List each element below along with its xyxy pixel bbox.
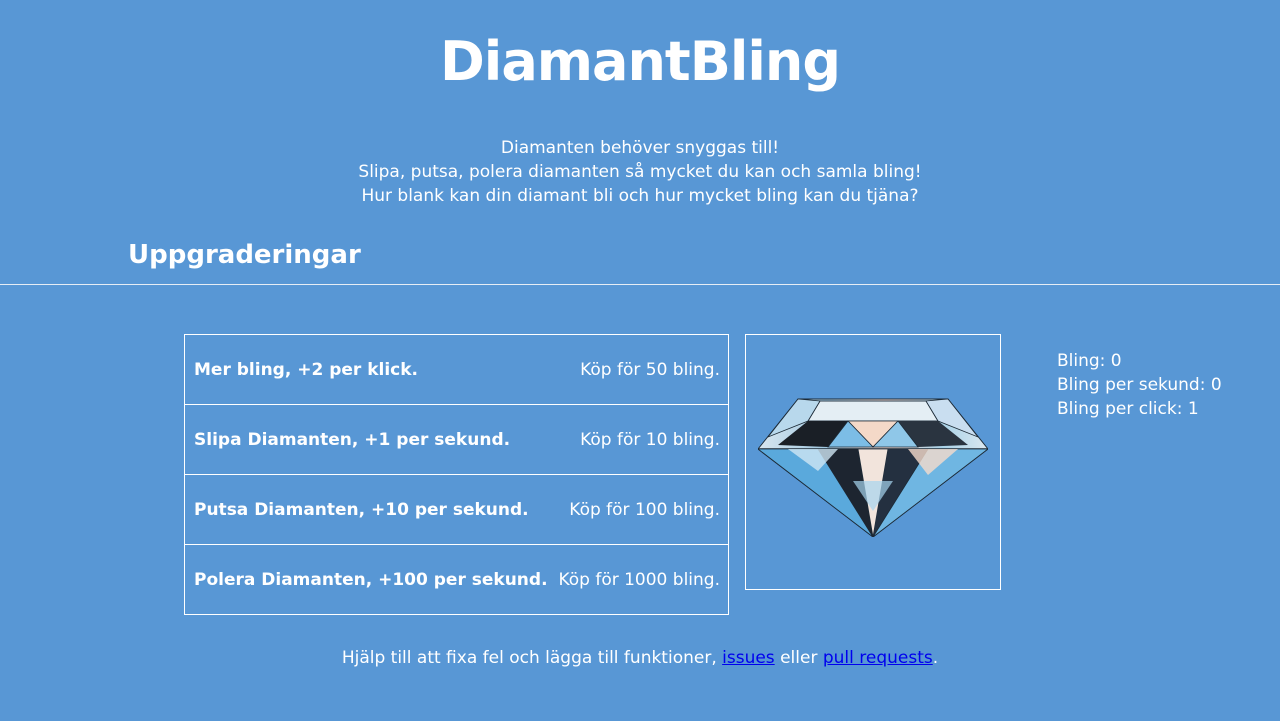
- pull-requests-link[interactable]: pull requests: [823, 648, 933, 668]
- upgrade-price: Köp för 1000 bling.: [558, 569, 720, 590]
- upgrade-name: Mer bling, +2 per klick.: [194, 359, 419, 380]
- diamond-icon: [758, 398, 988, 537]
- upgrade-price: Köp för 100 bling.: [569, 499, 720, 520]
- page-title: DiamantBling: [439, 30, 841, 93]
- intro-line: Slipa, putsa, polera diamanten så mycket…: [358, 162, 922, 182]
- bling-per-second: Bling per sekund: 0: [1057, 375, 1222, 395]
- intro-line: Hur blank kan din diamant bli och hur my…: [361, 186, 919, 206]
- diamond-click-button[interactable]: [745, 334, 1001, 590]
- upgrade-price: Köp för 10 bling.: [580, 429, 720, 450]
- upgrades-list: Mer bling, +2 per klick. Köp för 50 blin…: [184, 334, 729, 615]
- upgrade-putsa-button[interactable]: Putsa Diamanten, +10 per sekund. Köp för…: [184, 474, 729, 545]
- bling-count: Bling: 0: [1057, 351, 1122, 371]
- upgrades-heading: Uppgraderingar: [128, 240, 361, 270]
- intro-text: Diamanten behöver snyggas till! Slipa, p…: [0, 136, 1280, 208]
- upgrade-price: Köp för 50 bling.: [580, 359, 720, 380]
- divider: [0, 284, 1280, 285]
- upgrade-polera-button[interactable]: Polera Diamanten, +100 per sekund. Köp f…: [184, 544, 729, 615]
- footer-text: eller: [774, 648, 823, 668]
- stats-panel: Bling: 0 Bling per sekund: 0 Bling per c…: [1057, 349, 1222, 421]
- upgrade-name: Polera Diamanten, +100 per sekund.: [194, 569, 548, 590]
- bling-per-click: Bling per click: 1: [1057, 399, 1199, 419]
- footer-text: Hjälp till att fixa fel och lägga till f…: [341, 648, 723, 668]
- upgrade-name: Slipa Diamanten, +1 per sekund.: [194, 429, 511, 450]
- game-page: DiamantBling Diamanten behöver snyggas t…: [0, 0, 1280, 721]
- upgrade-name: Putsa Diamanten, +10 per sekund.: [194, 499, 529, 520]
- intro-line: Diamanten behöver snyggas till!: [500, 138, 780, 158]
- upgrade-slipa-button[interactable]: Slipa Diamanten, +1 per sekund. Köp för …: [184, 404, 729, 475]
- upgrade-more-bling-button[interactable]: Mer bling, +2 per klick. Köp för 50 blin…: [184, 334, 729, 405]
- footer: Hjälp till att fixa fel och lägga till f…: [0, 648, 1280, 668]
- issues-link[interactable]: issues: [722, 648, 775, 668]
- footer-text: .: [932, 648, 939, 668]
